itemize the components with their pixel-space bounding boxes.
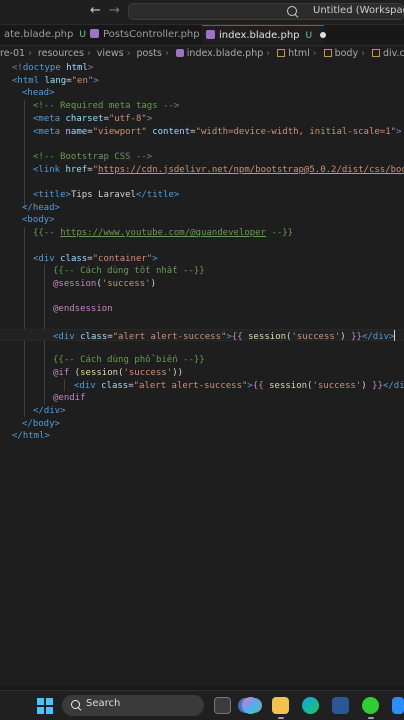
breadcrumb-folder[interactable]: resources: [38, 48, 84, 59]
tab-label: index.blade.php: [219, 30, 300, 41]
command-center-search[interactable]: Untitled (Workspace): [128, 3, 404, 20]
breadcrumb-symbol[interactable]: div.container: [383, 48, 404, 59]
code-line: </head>: [22, 202, 60, 213]
code-line: <meta name="viewport" content="width=dev…: [33, 126, 402, 137]
breadcrumb-file[interactable]: index.blade.php: [187, 48, 263, 59]
code-line: @session('success'): [53, 278, 156, 289]
code-line: <!-- Required meta tags -->: [33, 101, 180, 112]
code-line: </div>: [33, 405, 66, 416]
php-file-icon: [206, 30, 215, 39]
code-line: @if (session('success')): [53, 367, 184, 378]
text-cursor: [394, 329, 396, 341]
indent-guide: [24, 100, 25, 208]
code-line: <meta charset="utf-8">: [33, 113, 153, 124]
code-line: {{-- Cách dùng phổ biến --}}: [53, 355, 205, 366]
taskbar-search-box[interactable]: Search: [62, 695, 262, 716]
code-line: {{-- https://www.youtube.com/@quandevelo…: [33, 228, 294, 239]
editor-tab-bar: ate.blade.phpU PostsController.phpU inde…: [0, 25, 404, 46]
breadcrumb: re-01 › resources › views › posts › index.bl…: [0, 46, 404, 62]
tab-label: ate.blade.php: [4, 29, 74, 40]
taskbar: Search: [0, 690, 404, 720]
indent-guide: [64, 379, 65, 391]
breadcrumb-symbol[interactable]: body: [335, 48, 359, 59]
unsaved-dot-icon[interactable]: [320, 32, 327, 38]
element-symbol-icon: [371, 49, 380, 57]
element-symbol-icon: [277, 49, 286, 57]
code-line: </body>: [22, 418, 60, 429]
current-code-line: <div class="alert alert-success">{{ sess…: [0, 328, 404, 342]
windows-start-icon[interactable]: [37, 698, 53, 714]
copilot-icon[interactable]: [242, 697, 259, 714]
indent-guide: [24, 227, 25, 417]
breadcrumb-folder[interactable]: views: [97, 48, 124, 59]
code-line: <html lang="en">: [12, 75, 99, 86]
search-icon: [71, 700, 80, 709]
search-icon: [287, 6, 297, 16]
untracked-badge: U: [79, 30, 86, 40]
file-explorer-icon[interactable]: [272, 697, 289, 714]
code-line: @endsession: [53, 304, 113, 315]
tab-create-blade[interactable]: ate.blade.php U: [0, 25, 90, 45]
title-bar: ← → Untitled (Workspace): [0, 0, 404, 25]
breadcrumb-folder[interactable]: posts: [136, 48, 161, 59]
youtube-link[interactable]: https://www.youtube.com/@quandeveloper: [60, 228, 266, 238]
element-symbol-icon: [323, 49, 332, 57]
code-line: <link href="https://cdn.jsdelivr.net/npm…: [33, 164, 404, 177]
taskbar-search-label: Search: [86, 698, 121, 709]
untracked-badge: U: [305, 31, 313, 41]
code-editor[interactable]: <!doctype html> <html lang="en"> <head> …: [0, 62, 404, 687]
code-line: @endif: [53, 393, 86, 404]
running-indicator: [278, 717, 284, 719]
zoom-app-icon[interactable]: [392, 697, 404, 714]
code-line: <!doctype html>: [12, 63, 94, 73]
workspace-title: Untitled (Workspace): [313, 5, 404, 16]
code-line: <head>: [22, 88, 55, 99]
code-line: <div class="alert alert-success">{{ sess…: [74, 380, 404, 391]
forward-arrow-icon[interactable]: →: [109, 3, 120, 19]
task-view-icon[interactable]: [214, 697, 231, 714]
chrome-style-app-icon[interactable]: [362, 697, 379, 714]
code-line: <title>Tips Laravel</title>: [33, 190, 180, 200]
breadcrumb-folder[interactable]: re-01: [0, 48, 25, 59]
edge-browser-icon[interactable]: [302, 697, 319, 714]
code-line: <div class="container">: [33, 253, 158, 264]
php-file-icon: [175, 49, 184, 57]
bootstrap-cdn-link[interactable]: https://cdn.jsdelivr.net/npm/bootstrap@5…: [98, 165, 404, 175]
php-file-icon: [90, 29, 99, 38]
store-icon[interactable]: [332, 697, 349, 714]
code-line: {{-- Cách dùng tốt nhất --}}: [53, 266, 205, 277]
back-arrow-icon[interactable]: ←: [90, 3, 101, 19]
breadcrumb-symbol[interactable]: html: [288, 48, 310, 59]
tab-index-blade[interactable]: index.blade.php U: [202, 25, 327, 45]
code-line: <body>: [22, 215, 55, 226]
running-indicator: [368, 717, 374, 719]
tab-posts-controller[interactable]: PostsController.phpU: [86, 25, 216, 45]
tab-label: PostsController.php: [103, 29, 200, 40]
code-line: </html>: [12, 431, 50, 442]
code-line: <!-- Bootstrap CSS -->: [33, 151, 153, 162]
